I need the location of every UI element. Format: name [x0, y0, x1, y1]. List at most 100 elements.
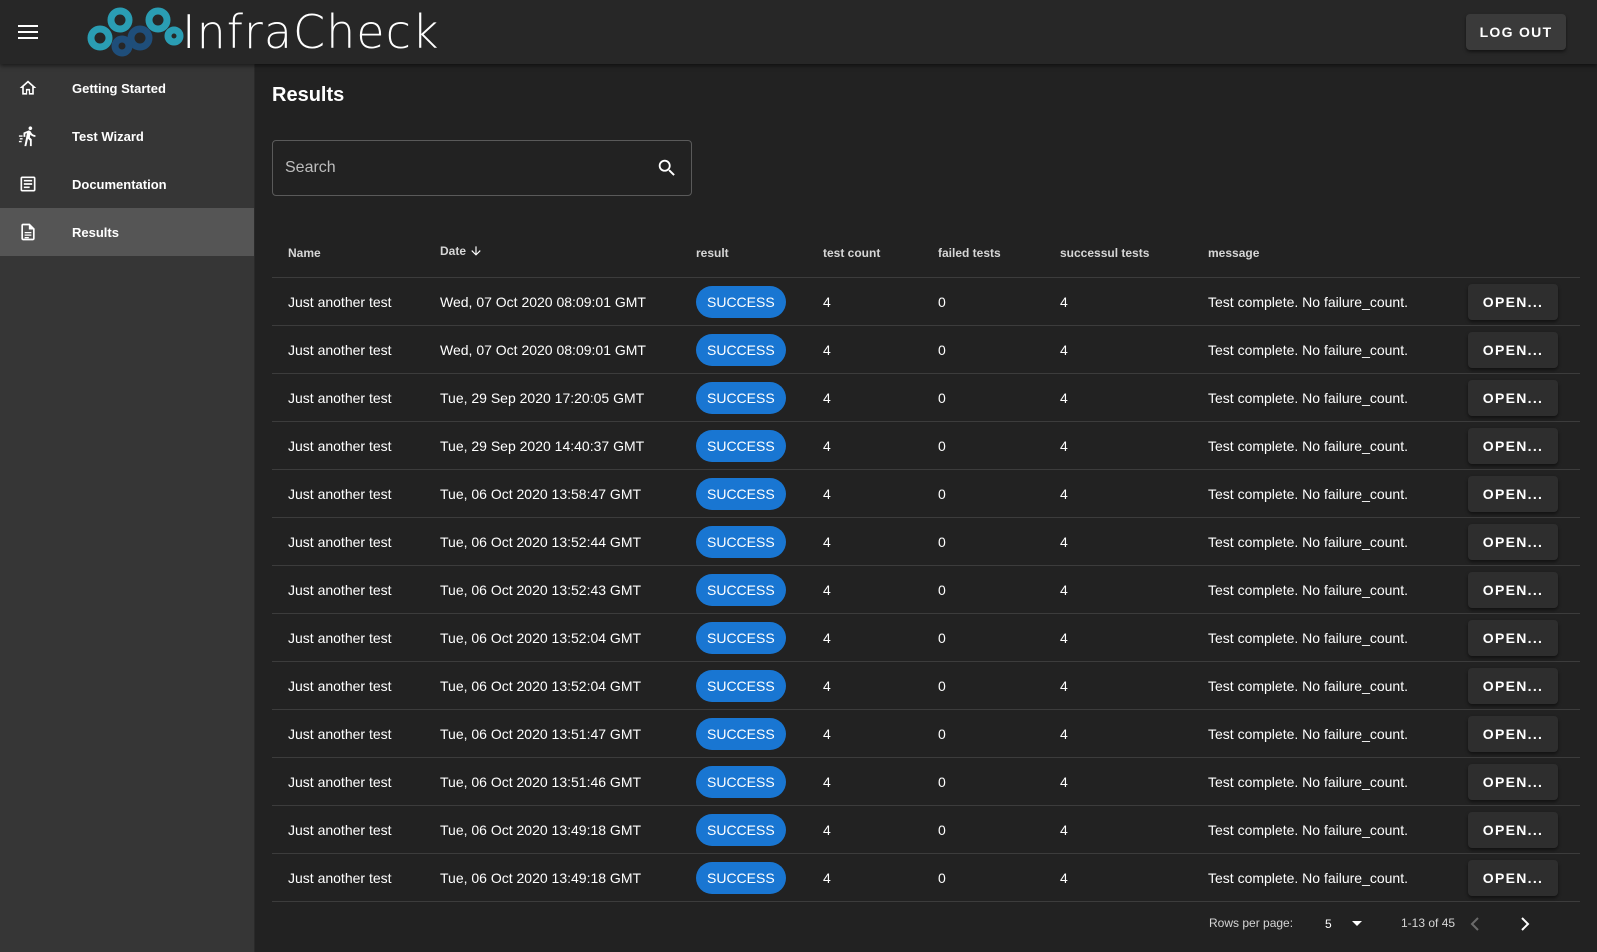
column-header-successful-tests[interactable]: successul tests [1060, 246, 1208, 260]
open-button[interactable]: OPEN... [1468, 283, 1558, 320]
logo-molecule-icon [87, 7, 184, 57]
app-logo[interactable]: InfraCheck [86, 4, 440, 60]
cell-date: Tue, 06 Oct 2020 13:49:18 GMT [440, 821, 642, 838]
column-header-result[interactable]: result [696, 246, 823, 260]
open-button[interactable]: OPEN... [1468, 811, 1558, 848]
logout-button[interactable]: LOG OUT [1466, 14, 1566, 50]
cell-name: Just another test [288, 869, 392, 886]
results-table: Name Date result test count failed tests… [272, 228, 1580, 902]
open-button[interactable]: OPEN... [1468, 379, 1558, 416]
cell-failed-tests: 0 [938, 869, 946, 886]
dropdown-arrow-icon [1351, 915, 1363, 933]
cell-name: Just another test [288, 485, 392, 502]
rows-per-page-select[interactable]: 5 [1315, 912, 1375, 936]
open-button[interactable]: OPEN... [1468, 475, 1558, 512]
table-row: Just another test Tue, 06 Oct 2020 13:51:… [272, 710, 1580, 758]
cell-name: Just another test [288, 821, 392, 838]
open-button[interactable]: OPEN... [1468, 763, 1558, 800]
cell-date: Tue, 06 Oct 2020 13:52:04 GMT [440, 677, 642, 694]
rows-per-page-value: 5 [1325, 917, 1332, 931]
open-button[interactable]: OPEN... [1468, 859, 1558, 896]
open-button[interactable]: OPEN... [1468, 523, 1558, 560]
running-icon [0, 125, 72, 147]
cell-test-count: 4 [823, 485, 831, 502]
column-header-failed-tests[interactable]: failed tests [938, 246, 1060, 260]
open-button[interactable]: OPEN... [1468, 667, 1558, 704]
status-badge[interactable]: SUCCESS [696, 765, 786, 798]
cell-result: SUCCESS [696, 765, 823, 798]
previous-page-icon[interactable] [1461, 910, 1489, 938]
cell-result: SUCCESS [696, 477, 823, 510]
cell-test-count: 4 [823, 725, 831, 742]
cell-message: Test complete. No failure_count. [1208, 725, 1408, 742]
column-header-date[interactable]: Date [440, 244, 696, 261]
sidebar-item-test-wizard[interactable]: Test Wizard [0, 112, 254, 160]
table-row: Just another test Tue, 06 Oct 2020 13:52:… [272, 614, 1580, 662]
sidebar-item-getting-started[interactable]: Getting Started [0, 64, 254, 112]
status-badge[interactable]: SUCCESS [696, 621, 786, 654]
search-input[interactable] [273, 141, 643, 195]
table-row: Just another test Wed, 07 Oct 2020 08:09:… [272, 278, 1580, 326]
open-button[interactable]: OPEN... [1468, 571, 1558, 608]
cell-failed-tests: 0 [938, 341, 946, 358]
cell-date: Tue, 06 Oct 2020 13:51:46 GMT [440, 773, 642, 790]
status-badge[interactable]: SUCCESS [696, 381, 786, 414]
menu-icon[interactable] [12, 16, 44, 48]
cell-successful-tests: 4 [1060, 437, 1068, 454]
cell-message: Test complete. No failure_count. [1208, 341, 1408, 358]
status-badge[interactable]: SUCCESS [696, 429, 786, 462]
cell-date: Tue, 29 Sep 2020 17:20:05 GMT [440, 389, 645, 406]
cell-name: Just another test [288, 533, 392, 550]
cell-test-count: 4 [823, 341, 831, 358]
cell-date: Tue, 06 Oct 2020 13:51:47 GMT [440, 725, 642, 742]
open-button[interactable]: OPEN... [1468, 427, 1558, 464]
table-row: Just another test Tue, 06 Oct 2020 13:52:… [272, 566, 1580, 614]
document-icon [0, 222, 72, 242]
table-row: Just another test Tue, 06 Oct 2020 13:51:… [272, 758, 1580, 806]
next-page-icon[interactable] [1511, 910, 1539, 938]
status-badge[interactable]: SUCCESS [696, 861, 786, 894]
column-header-name[interactable]: Name [272, 246, 440, 260]
cell-date: Wed, 07 Oct 2020 08:09:01 GMT [440, 293, 646, 310]
status-badge[interactable]: SUCCESS [696, 333, 786, 366]
cell-test-count: 4 [823, 581, 831, 598]
cell-result: SUCCESS [696, 333, 823, 366]
cell-successful-tests: 4 [1060, 533, 1068, 550]
sidebar-item-label: Results [72, 224, 119, 240]
column-header-test-count[interactable]: test count [823, 246, 938, 260]
status-badge[interactable]: SUCCESS [696, 669, 786, 702]
cell-message: Test complete. No failure_count. [1208, 677, 1408, 694]
sidebar-item-results[interactable]: Results [0, 208, 254, 256]
cell-message: Test complete. No failure_count. [1208, 437, 1408, 454]
sort-arrow-down-icon[interactable] [469, 244, 483, 261]
cell-message: Test complete. No failure_count. [1208, 293, 1408, 310]
open-button[interactable]: OPEN... [1468, 331, 1558, 368]
cell-result: SUCCESS [696, 381, 823, 414]
status-badge[interactable]: SUCCESS [696, 285, 786, 318]
cell-name: Just another test [288, 773, 392, 790]
cell-message: Test complete. No failure_count. [1208, 869, 1408, 886]
cell-date: Tue, 06 Oct 2020 13:52:44 GMT [440, 533, 642, 550]
cell-test-count: 4 [823, 773, 831, 790]
pagination-range: 1-13 of 45 [1401, 916, 1456, 930]
cell-date: Tue, 06 Oct 2020 13:49:18 GMT [440, 869, 642, 886]
cell-actions: OPEN... [1468, 619, 1560, 656]
cell-result: SUCCESS [696, 525, 823, 558]
cell-actions: OPEN... [1468, 667, 1560, 704]
table-row: Just another test Tue, 29 Sep 2020 17:20:… [272, 374, 1580, 422]
open-button[interactable]: OPEN... [1468, 619, 1558, 656]
search-field [272, 140, 692, 196]
cell-result: SUCCESS [696, 813, 823, 846]
table-row: Just another test Tue, 06 Oct 2020 13:58:… [272, 470, 1580, 518]
status-badge[interactable]: SUCCESS [696, 813, 786, 846]
sidebar-item-documentation[interactable]: Documentation [0, 160, 254, 208]
cell-actions: OPEN... [1468, 859, 1560, 896]
column-header-message[interactable]: message [1208, 246, 1468, 260]
cell-test-count: 4 [823, 293, 831, 310]
status-badge[interactable]: SUCCESS [696, 477, 786, 510]
status-badge[interactable]: SUCCESS [696, 573, 786, 606]
search-icon[interactable] [643, 141, 691, 195]
open-button[interactable]: OPEN... [1468, 715, 1558, 752]
status-badge[interactable]: SUCCESS [696, 525, 786, 558]
status-badge[interactable]: SUCCESS [696, 717, 786, 750]
